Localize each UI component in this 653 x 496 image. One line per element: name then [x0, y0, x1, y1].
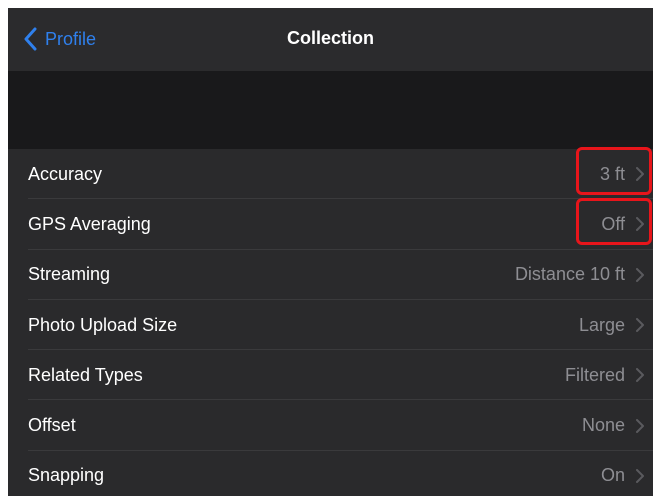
page-title: Collection [286, 28, 374, 48]
row-label: Offset [28, 415, 76, 436]
section-header-spacer [8, 71, 653, 149]
settings-row-gps-averaging[interactable]: GPS Averaging Off [8, 199, 653, 250]
chevron-right-icon [634, 215, 646, 233]
collection-screen: Profile Collection Accuracy 3 ft GPS Ave… [8, 8, 653, 496]
chevron-right-icon [634, 316, 646, 334]
settings-list: Accuracy 3 ft GPS Averaging Off Streamin… [8, 149, 653, 496]
settings-row-related-types[interactable]: Related Types Filtered [8, 350, 653, 401]
row-label: Related Types [28, 364, 143, 385]
row-value: Filtered [564, 364, 625, 385]
row-value: Large [578, 314, 625, 335]
settings-row-accuracy[interactable]: Accuracy 3 ft [8, 149, 653, 200]
row-label: Streaming [28, 264, 111, 285]
row-label: Accuracy [28, 163, 103, 184]
row-value: 3 ft [599, 163, 625, 184]
row-label: Photo Upload Size [28, 314, 178, 335]
settings-row-offset[interactable]: Offset None [8, 400, 653, 452]
chevron-right-icon [634, 417, 646, 435]
navigation-bar: Profile Collection [8, 8, 653, 71]
chevron-right-icon [634, 165, 646, 183]
row-label: Snapping [28, 465, 105, 486]
row-value: On [600, 465, 625, 486]
chevron-right-icon [634, 467, 646, 485]
settings-row-streaming[interactable]: Streaming Distance 10 ft [8, 249, 653, 301]
chevron-right-icon [634, 366, 646, 384]
settings-row-photo-upload-size[interactable]: Photo Upload Size Large [8, 299, 653, 351]
row-value: None [581, 415, 625, 436]
row-value: Off [601, 213, 625, 234]
row-label: GPS Averaging [28, 213, 151, 234]
chevron-right-icon [634, 266, 646, 284]
row-value: Distance 10 ft [514, 264, 625, 285]
settings-row-snapping[interactable]: Snapping On [8, 450, 653, 496]
